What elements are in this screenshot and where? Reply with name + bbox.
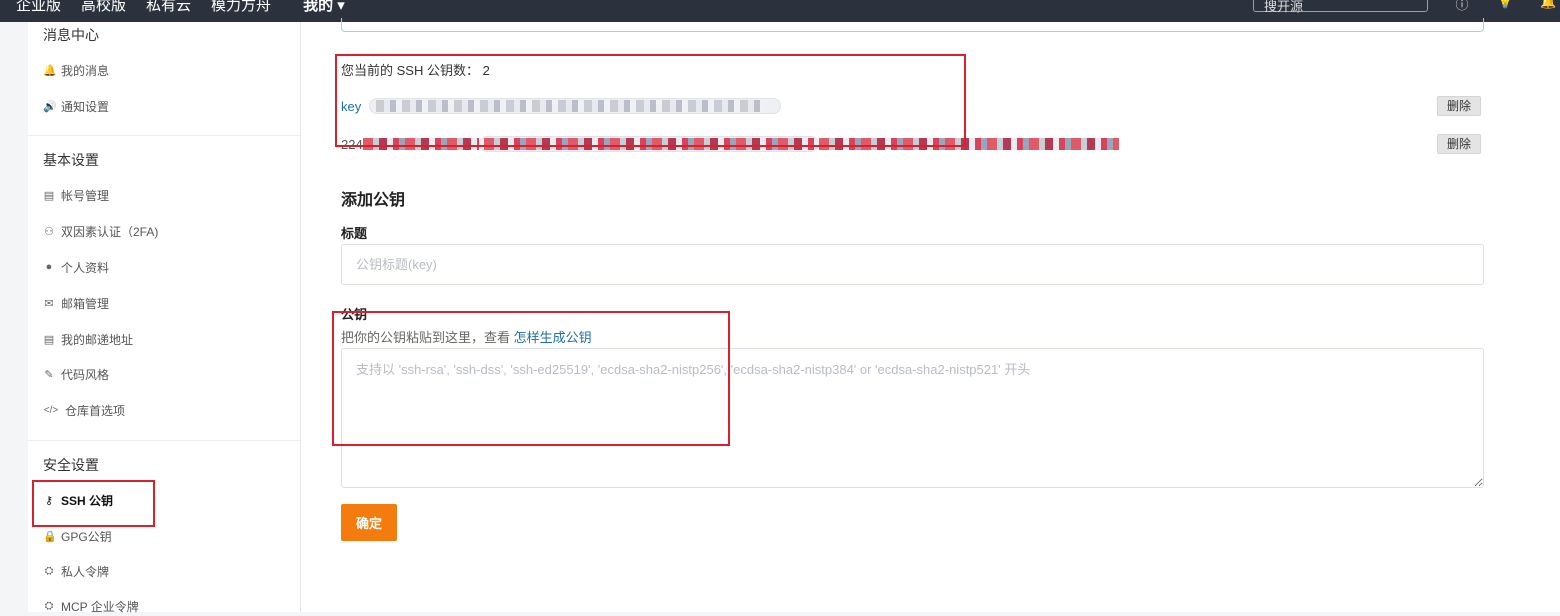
- sidebar-item-label: 个人资料: [61, 260, 110, 275]
- sidebar-item-label: 我的消息: [61, 63, 110, 78]
- sidebar-item-gpg-keys[interactable]: 🔒 GPG公钥: [43, 526, 112, 546]
- lock-icon: 🔒: [43, 530, 57, 543]
- sidebar-item-mcp-tokens[interactable]: ⛭ MCP 企业令牌: [43, 596, 139, 616]
- divider: [28, 440, 300, 441]
- ssh-key-fingerprint: [369, 98, 782, 114]
- ssh-key-title[interactable]: key: [341, 99, 361, 114]
- sidebar-item-label: 邮箱管理: [61, 296, 110, 311]
- key-hint: 把你的公钥粘贴到这里，查看 怎样生成公钥: [341, 327, 592, 346]
- public-key-textarea[interactable]: [341, 348, 1484, 488]
- sidebar-item-label: 代码风格: [61, 367, 110, 382]
- title-label: 标题: [341, 226, 368, 241]
- sidebar-item-label: 私人令牌: [61, 564, 110, 579]
- redacted-fingerprint-tail: [818, 138, 1119, 150]
- ssh-key-row: 224: [341, 134, 1119, 154]
- user-icon: ●: [45, 261, 53, 273]
- sidebar-item-label: GPG公钥: [61, 529, 112, 544]
- bulb-icon[interactable]: 💡: [1497, 0, 1513, 10]
- sidebar-item-label: 双因素认证（2FA): [61, 224, 159, 239]
- sidebar-item-account[interactable]: ▤ 帐号管理: [43, 185, 109, 205]
- top-nav: 企业版 高校版 私有云 模力方舟 我的 ▾: [16, 0, 345, 15]
- sidebar-item-2fa[interactable]: ⚇ 双因素认证（2FA): [43, 221, 158, 241]
- sidebar-item-label: 帐号管理: [61, 188, 110, 203]
- sidebar-item-my-messages[interactable]: 🔔 我的消息: [43, 60, 109, 80]
- nav-university[interactable]: 高校版: [81, 0, 126, 15]
- redacted-fingerprint: [483, 138, 814, 150]
- ssh-key-row: key: [341, 96, 782, 116]
- ssh-key-fingerprint: [478, 136, 819, 152]
- nav-moli-fangzhou[interactable]: 模力方舟: [211, 0, 271, 15]
- brush-icon: ✎: [44, 368, 54, 381]
- speaker-icon: 🔊: [43, 100, 57, 113]
- sidebar-item-label: 我的邮递地址: [61, 332, 134, 347]
- sidebar-item-notification-settings[interactable]: 🔊 通知设置: [43, 96, 109, 116]
- sidebar-item-postal-address[interactable]: ▤ 我的邮递地址: [43, 329, 133, 349]
- key-hint-text: 把你的公钥粘贴到这里，查看: [341, 330, 514, 345]
- sidebar-item-repo-preferences[interactable]: </> 仓库首选项: [43, 400, 125, 420]
- key-label: 公钥: [341, 307, 368, 322]
- user-shield-icon: ⚇: [44, 225, 54, 238]
- sidebar-item-label: SSH 公钥: [61, 493, 114, 508]
- delete-key-button[interactable]: 删除: [1437, 134, 1481, 154]
- nav-mine-dropdown[interactable]: 我的 ▾: [303, 0, 345, 15]
- sidebar-item-label: 通知设置: [61, 99, 110, 114]
- add-key-heading: 添加公钥: [341, 192, 406, 209]
- token-icon: ⛭: [44, 564, 54, 577]
- info-icon[interactable]: ⓘ: [1454, 0, 1470, 12]
- sidebar-item-label: 仓库首选项: [65, 403, 126, 418]
- settings-sidebar: 消息中心 🔔 我的消息 🔊 通知设置 基本设置 ▤ 帐号管理 ⚇ 双因素认证（2…: [28, 22, 301, 614]
- redacted-fingerprint: [376, 100, 767, 112]
- bell-icon[interactable]: 🔔: [1540, 0, 1556, 10]
- ssh-key-count: 您当前的 SSH 公钥数： 2: [341, 63, 490, 78]
- search-input[interactable]: 搜开源: [1253, 0, 1428, 14]
- envelope-icon: ✉: [44, 297, 54, 310]
- nav-enterprise[interactable]: 企业版: [16, 0, 61, 15]
- section-basic-settings: 基本设置: [43, 152, 99, 168]
- code-icon: </>: [43, 404, 59, 416]
- sidebar-item-ssh-keys[interactable]: ⚷ SSH 公钥: [43, 490, 113, 510]
- info-box: [341, 18, 1484, 32]
- redacted-key-name: [362, 138, 479, 150]
- token-icon: ⛭: [44, 599, 54, 612]
- section-message-center: 消息中心: [43, 27, 99, 43]
- ssh-keys-panel: 您当前的 SSH 公钥数： 2 key 删除 224 删除 添加公钥 标题 公钥…: [301, 18, 1560, 612]
- sidebar-item-private-tokens[interactable]: ⛭ 私人令牌: [43, 561, 109, 581]
- key-title-input[interactable]: [341, 244, 1484, 285]
- sidebar-item-emails[interactable]: ✉ 邮箱管理: [43, 293, 109, 313]
- delete-key-button[interactable]: 删除: [1437, 96, 1481, 116]
- bell-icon: 🔔: [43, 64, 57, 77]
- sidebar-item-profile[interactable]: ● 个人资料: [43, 257, 109, 277]
- confirm-button[interactable]: 确定: [341, 504, 397, 541]
- how-to-generate-key-link[interactable]: 怎样生成公钥: [514, 330, 592, 345]
- section-security-settings: 安全设置: [43, 457, 99, 473]
- nav-private-cloud[interactable]: 私有云: [146, 0, 191, 15]
- address-card-icon: ▤: [43, 333, 55, 346]
- ssh-key-title[interactable]: 224: [341, 137, 363, 152]
- divider: [28, 135, 300, 136]
- id-card-icon: ▤: [43, 189, 55, 202]
- sidebar-item-code-style[interactable]: ✎ 代码风格: [43, 364, 109, 384]
- key-icon: ⚷: [44, 494, 54, 507]
